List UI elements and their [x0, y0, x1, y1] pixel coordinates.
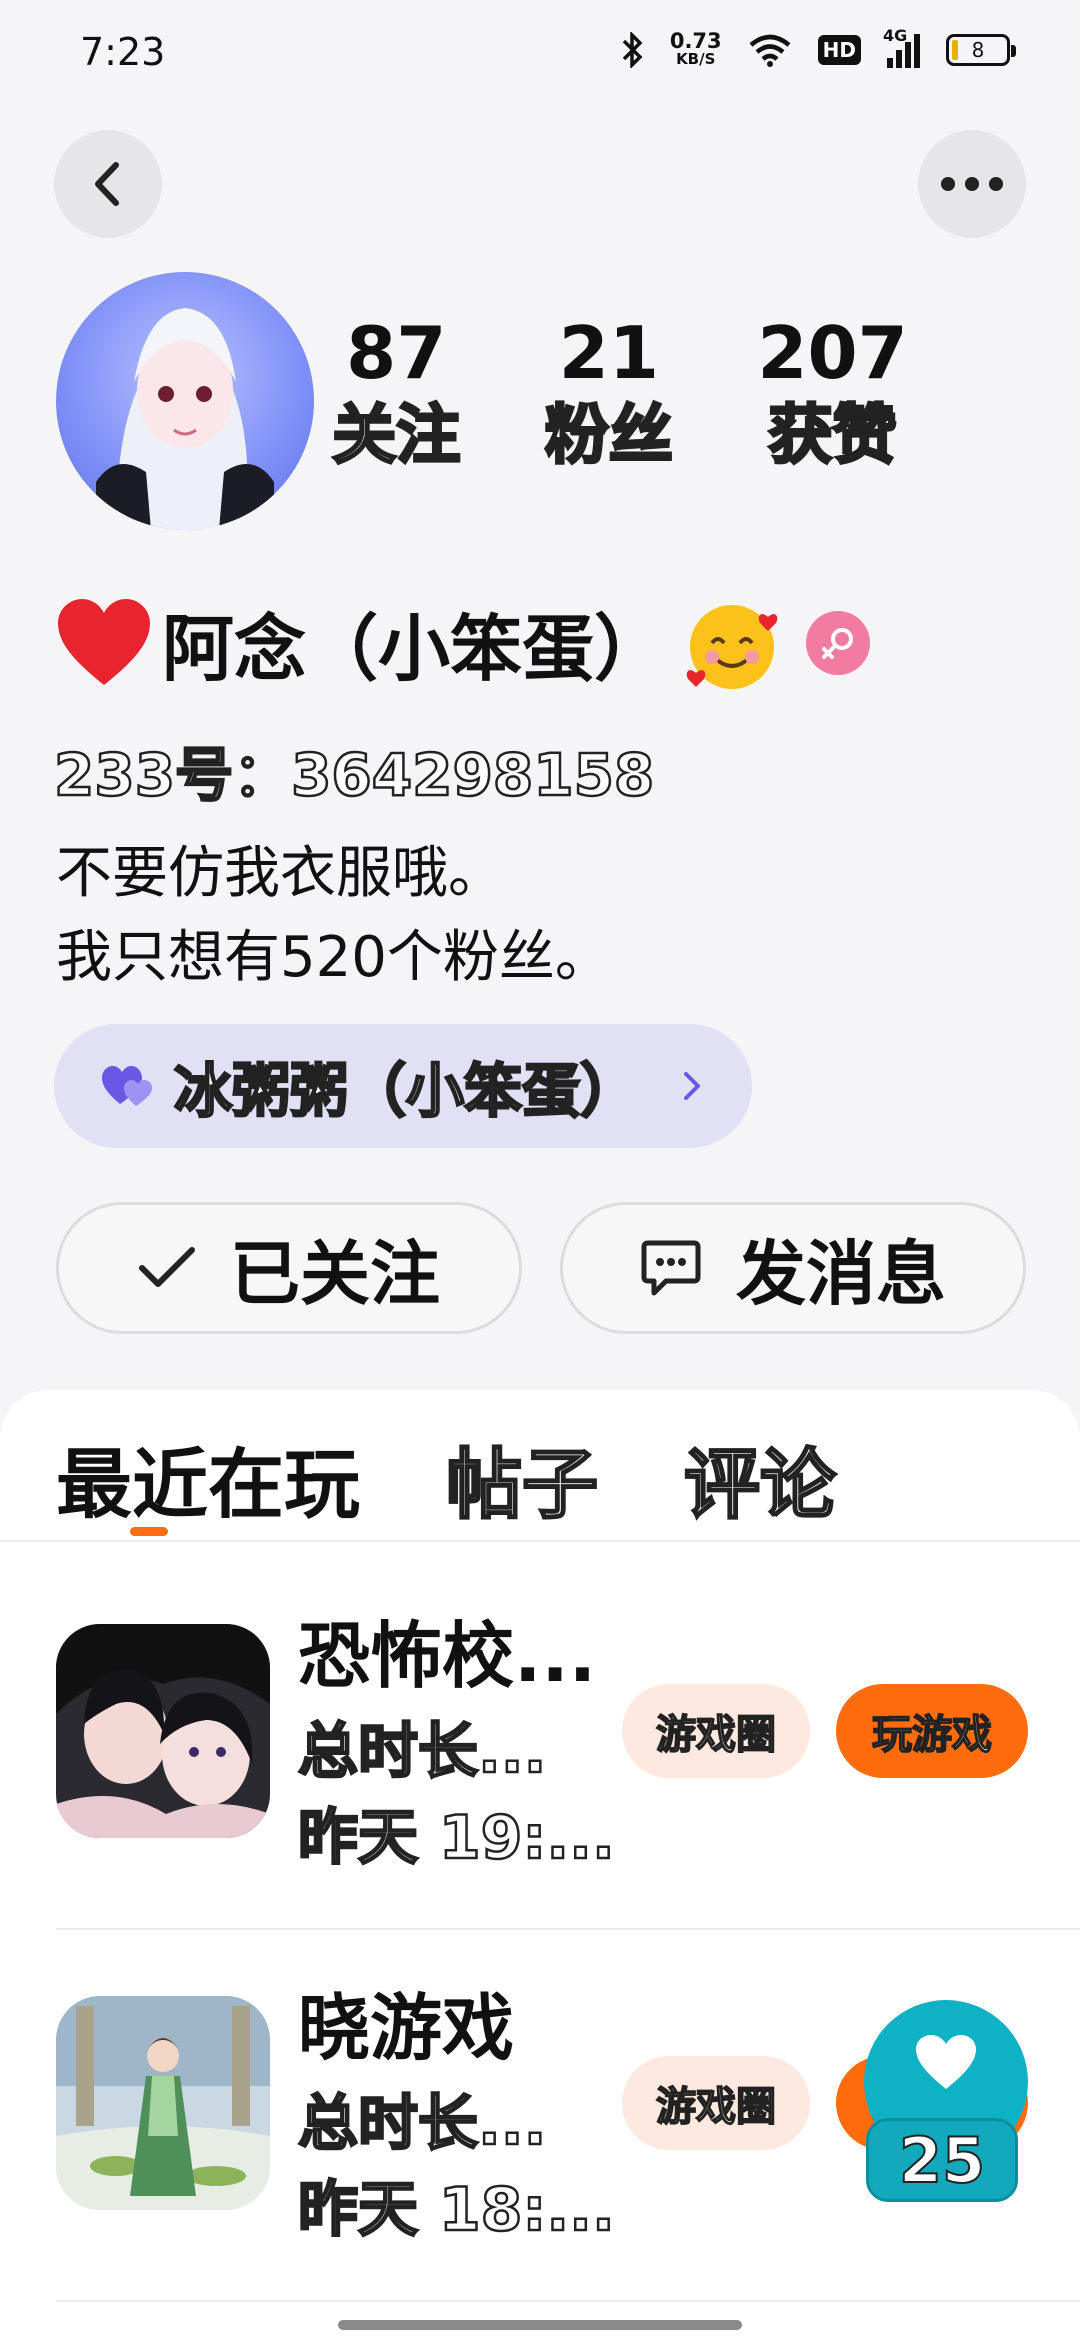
- fans-label: 粉丝: [543, 398, 674, 475]
- chevron-left-icon: [95, 162, 119, 206]
- bio-line: 我只想有520个粉丝。: [56, 925, 611, 990]
- game-circle-button[interactable]: 游戏圈: [622, 1684, 810, 1778]
- tab-comments[interactable]: 评论: [683, 1430, 838, 1540]
- game-total-time: 总时长...: [297, 2088, 548, 2161]
- following-label: 关注: [331, 398, 462, 475]
- tab-posts[interactable]: 帖子: [445, 1430, 600, 1540]
- active-tab-indicator: [130, 1527, 168, 1536]
- cp-partner-pill[interactable]: 冰粥粥（小笨蛋）: [54, 1024, 752, 1148]
- divider: [56, 1928, 1080, 1930]
- followed-label: 已关注: [230, 1232, 440, 1315]
- bio-line: 不要仿我衣服哦。: [56, 841, 504, 906]
- game-icon: [56, 1624, 270, 1838]
- game-thumbnail: [56, 1624, 270, 1838]
- bio: 不要仿我衣服哦。 我只想有520个粉丝。: [56, 832, 611, 1000]
- send-message-button[interactable]: 发消息: [560, 1202, 1026, 1334]
- more-button[interactable]: [918, 130, 1026, 238]
- status-time: 7:23: [80, 30, 166, 74]
- fans-count: 21: [558, 311, 659, 395]
- hd-badge: HD: [817, 35, 861, 65]
- game-title: 晓游戏: [298, 1986, 515, 2070]
- network-speed: 0.73 KB/S: [669, 29, 722, 69]
- divider: [0, 1540, 1080, 1542]
- stat-following[interactable]: 87 关注: [331, 310, 462, 476]
- nickname: 阿念（小笨蛋）: [162, 607, 667, 691]
- back-button[interactable]: [54, 130, 162, 238]
- status-icons: 0.73 KB/S HD 4G 8: [620, 26, 1016, 69]
- signal-icon: 4G: [883, 26, 920, 68]
- game-thumbnail: [56, 1996, 270, 2210]
- chat-bubble-icon: [641, 1240, 701, 1296]
- avatar[interactable]: [56, 272, 314, 530]
- net-speed-value: 0.73: [669, 29, 722, 53]
- divider: [56, 2300, 1080, 2302]
- battery-level: 8: [971, 38, 985, 62]
- home-indicator[interactable]: [338, 2320, 742, 2330]
- status-bar: 7:23 0.73 KB/S HD 4G 8: [0, 0, 1080, 110]
- wifi-icon: [749, 34, 791, 67]
- heart-emoji-icon: [58, 598, 150, 685]
- female-icon: [822, 627, 854, 659]
- send-message-label: 发消息: [736, 1232, 946, 1315]
- likes-count: 207: [757, 311, 908, 395]
- battery-icon: 8: [946, 34, 1016, 66]
- game-total-time: 总时长...: [297, 1716, 548, 1789]
- nickname-row: 阿念（小笨蛋）: [54, 590, 871, 695]
- avatar-image: [96, 308, 274, 530]
- bluetooth-icon: [622, 32, 643, 68]
- heart-icon: [916, 2035, 976, 2089]
- more-horizontal-icon: [941, 177, 1003, 191]
- check-icon: [139, 1247, 195, 1287]
- gender-badge: [806, 610, 871, 675]
- signal-label: 4G: [883, 26, 908, 45]
- tab-recently-played[interactable]: 最近在玩: [56, 1430, 360, 1540]
- smiling-hearts-emoji-icon: [686, 604, 778, 689]
- chevron-right-icon: [684, 1072, 700, 1100]
- game-title: 恐怖校...: [298, 1614, 597, 1698]
- floating-like-widget[interactable]: 25: [858, 2000, 1028, 2202]
- tab-bar: 最近在玩 帖子 评论: [56, 1430, 838, 1540]
- list-item[interactable]: 恐怖校... 总时长... 昨天 19:... 游戏圈 玩游戏: [56, 1614, 1080, 1994]
- stat-likes[interactable]: 207 获赞: [757, 310, 907, 476]
- following-count: 87: [346, 311, 447, 395]
- game-last-played: 昨天 18:...: [297, 2174, 616, 2247]
- double-heart-icon: [102, 1066, 152, 1106]
- profile-stats: 87 关注 21 粉丝 207 获赞: [290, 310, 950, 476]
- cp-partner-name: 冰粥粥（小笨蛋）: [173, 1056, 640, 1127]
- net-speed-unit: KB/S: [676, 50, 716, 68]
- game-circle-button[interactable]: 游戏圈: [622, 2056, 810, 2150]
- game-last-played: 昨天 19:...: [297, 1802, 616, 1875]
- followed-button[interactable]: 已关注: [56, 1202, 522, 1334]
- like-count: 25: [866, 2118, 1018, 2202]
- game-icon: [56, 1996, 270, 2210]
- stat-fans[interactable]: 21 粉丝: [543, 310, 674, 476]
- likes-label: 获赞: [767, 398, 898, 475]
- play-game-button[interactable]: 玩游戏: [836, 1684, 1028, 1778]
- user-id: 233号：364298158: [53, 740, 656, 811]
